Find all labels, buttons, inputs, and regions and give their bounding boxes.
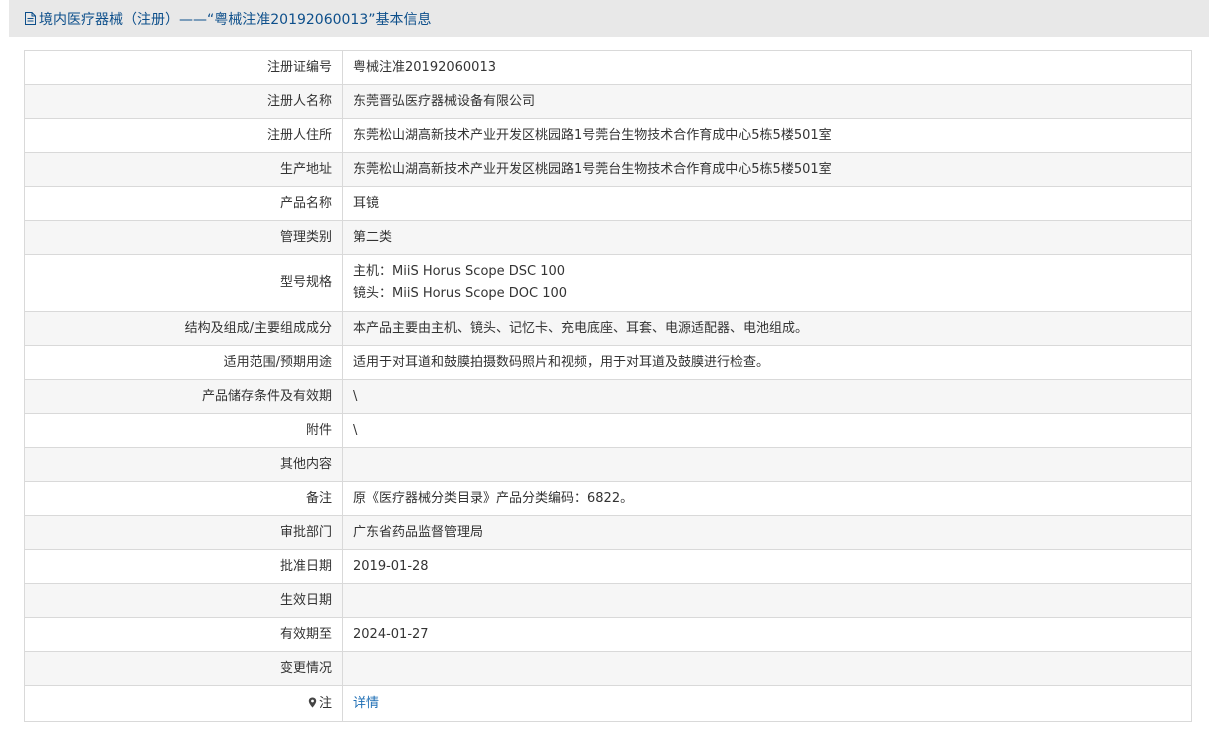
row-label: 生产地址 — [24, 152, 343, 187]
row-value: 适用于对耳道和鼓膜拍摄数码照片和视频，用于对耳道及鼓膜进行检查。 — [342, 345, 1192, 380]
row-value — [342, 651, 1192, 686]
table-row: 其他内容 — [24, 447, 1192, 482]
table-row: 附件 \ — [24, 413, 1192, 448]
row-value: 本产品主要由主机、镜头、记忆卡、充电底座、耳套、电源适配器、电池组成。 — [342, 311, 1192, 346]
table-row: 注 详情 — [24, 685, 1192, 722]
row-label: 产品名称 — [24, 186, 343, 221]
table-row: 管理类别 第二类 — [24, 220, 1192, 255]
row-value: 2024-01-27 — [342, 617, 1192, 652]
row-label: 注册人名称 — [24, 84, 343, 119]
panel-header: 境内医疗器械（注册）——“粤械注准20192060013”基本信息 — [9, 0, 1209, 37]
row-label: 审批部门 — [24, 515, 343, 550]
row-value — [342, 447, 1192, 482]
row-value: 耳镜 — [342, 186, 1192, 221]
row-label: 其他内容 — [24, 447, 343, 482]
info-panel: 注册证编号 粤械注准20192060013 注册人名称 东莞晋弘医疗器械设备有限… — [9, 37, 1209, 737]
table-row: 适用范围/预期用途 适用于对耳道和鼓膜拍摄数码照片和视频，用于对耳道及鼓膜进行检… — [24, 345, 1192, 380]
table-row: 审批部门 广东省药品监督管理局 — [24, 515, 1192, 550]
row-value — [342, 583, 1192, 618]
pin-icon — [308, 694, 317, 707]
row-value: \ — [342, 413, 1192, 448]
row-value: 第二类 — [342, 220, 1192, 255]
row-value: 粤械注准20192060013 — [342, 50, 1192, 85]
row-value: 2019-01-28 — [342, 549, 1192, 584]
table-row: 有效期至 2024-01-27 — [24, 617, 1192, 652]
table-row: 产品名称 耳镜 — [24, 186, 1192, 221]
table-row: 注册人住所 东莞松山湖高新技术产业开发区桃园路1号莞台生物技术合作育成中心5栋5… — [24, 118, 1192, 153]
row-value: 东莞松山湖高新技术产业开发区桃园路1号莞台生物技术合作育成中心5栋5楼501室 — [342, 152, 1192, 187]
note-label: 注 — [318, 695, 332, 711]
row-label: 结构及组成/主要组成成分 — [24, 311, 343, 346]
row-label: 有效期至 — [24, 617, 343, 652]
table-row: 生产地址 东莞松山湖高新技术产业开发区桃园路1号莞台生物技术合作育成中心5栋5楼… — [24, 152, 1192, 187]
table-row: 生效日期 — [24, 583, 1192, 618]
row-label: 批准日期 — [24, 549, 343, 584]
model-spec-host: 主机：MiiS Horus Scope DSC 100 — [353, 264, 566, 279]
table-row: 产品储存条件及有效期 \ — [24, 379, 1192, 414]
document-icon — [25, 12, 36, 25]
row-label: 备注 — [24, 481, 343, 516]
row-value: 主机：MiiS Horus Scope DSC 100 镜头：MiiS Horu… — [342, 254, 1192, 312]
table-row: 结构及组成/主要组成成分 本产品主要由主机、镜头、记忆卡、充电底座、耳套、电源适… — [24, 311, 1192, 346]
row-value: 广东省药品监督管理局 — [342, 515, 1192, 550]
table-row: 注册证编号 粤械注准20192060013 — [24, 50, 1192, 85]
table-row: 型号规格 主机：MiiS Horus Scope DSC 100 镜头：MiiS… — [24, 254, 1192, 312]
row-label: 型号规格 — [24, 254, 343, 312]
table-row: 批准日期 2019-01-28 — [24, 549, 1192, 584]
page-title: 境内医疗器械（注册）——“粤械注准20192060013”基本信息 — [39, 11, 432, 28]
row-label: 注册证编号 — [24, 50, 343, 85]
row-label: 注 — [24, 685, 343, 722]
model-spec-lens: 镜头：MiiS Horus Scope DOC 100 — [353, 286, 568, 301]
row-label: 适用范围/预期用途 — [24, 345, 343, 380]
details-link[interactable]: 详情 — [353, 696, 379, 711]
info-table: 注册证编号 粤械注准20192060013 注册人名称 东莞晋弘医疗器械设备有限… — [24, 50, 1192, 722]
row-value: 东莞晋弘医疗器械设备有限公司 — [342, 84, 1192, 119]
row-value: \ — [342, 379, 1192, 414]
row-label: 生效日期 — [24, 583, 343, 618]
row-label: 产品储存条件及有效期 — [24, 379, 343, 414]
row-value: 原《医疗器械分类目录》产品分类编码：6822。 — [342, 481, 1192, 516]
table-row: 变更情况 — [24, 651, 1192, 686]
row-value: 详情 — [342, 685, 1192, 722]
row-label: 变更情况 — [24, 651, 343, 686]
row-label: 注册人住所 — [24, 118, 343, 153]
table-row: 注册人名称 东莞晋弘医疗器械设备有限公司 — [24, 84, 1192, 119]
row-label: 管理类别 — [24, 220, 343, 255]
page-container: 境内医疗器械（注册）——“粤械注准20192060013”基本信息 注册证编号 … — [9, 0, 1209, 737]
row-label: 附件 — [24, 413, 343, 448]
row-value: 东莞松山湖高新技术产业开发区桃园路1号莞台生物技术合作育成中心5栋5楼501室 — [342, 118, 1192, 153]
table-row: 备注 原《医疗器械分类目录》产品分类编码：6822。 — [24, 481, 1192, 516]
